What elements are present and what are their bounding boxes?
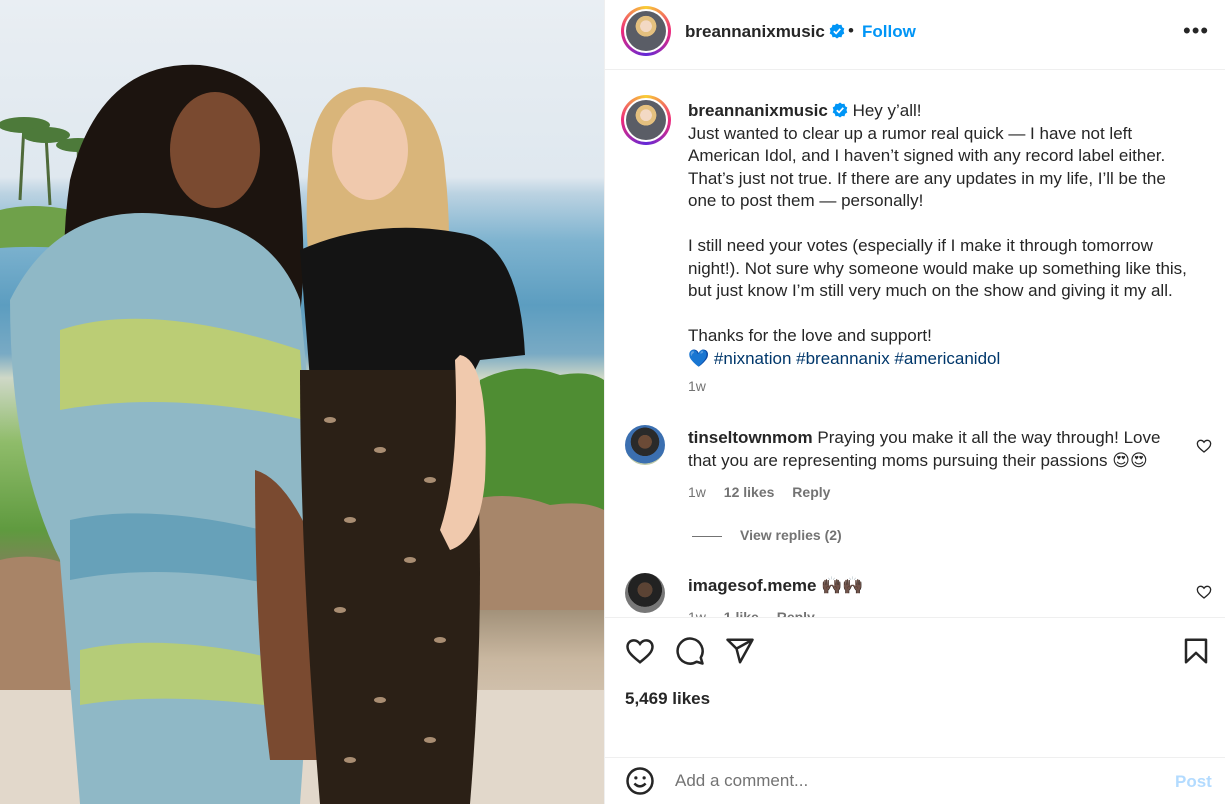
- follow-button[interactable]: Follow: [862, 22, 916, 42]
- emoji-icon[interactable]: [625, 766, 655, 796]
- verified-badge-icon: [832, 102, 848, 118]
- caption-line: but just know I’m still very much on the…: [688, 281, 1173, 300]
- more-options-icon[interactable]: •••: [1183, 18, 1209, 44]
- caption-line: Thanks for the love and support!: [688, 326, 932, 345]
- comment-meta: 1w 12 likes Reply: [688, 484, 844, 500]
- comment-heart-icon[interactable]: [1196, 438, 1212, 454]
- comment-meta: 1w 1 like Reply: [688, 609, 829, 617]
- post-details-panel: breannanixmusic • Follow ••• breannanixm…: [604, 0, 1225, 804]
- post-header: breannanixmusic • Follow •••: [605, 0, 1225, 70]
- heart-icon[interactable]: [625, 636, 655, 666]
- view-replies-label[interactable]: View replies (2): [740, 527, 842, 543]
- separator-dot: •: [848, 21, 854, 40]
- reply-button[interactable]: Reply: [777, 609, 815, 617]
- add-comment-bar: Post: [605, 757, 1225, 804]
- comment-text: that you are representing moms pursuing …: [688, 450, 1148, 470]
- commenter-avatar[interactable]: [625, 425, 665, 465]
- commenter-avatar[interactable]: [625, 573, 665, 613]
- caption-line: one to post them — personally!: [688, 191, 924, 210]
- comment-username[interactable]: imagesof.meme: [688, 576, 817, 595]
- comment-input[interactable]: [675, 766, 1155, 796]
- caption-hashtags[interactable]: #nixnation #breannanix #americanidol: [714, 349, 1000, 368]
- verified-badge-icon: [829, 23, 845, 39]
- post-actions: 5,469 likes: [605, 617, 1225, 777]
- post-caption: breannanixmusic Hey y’all! Just wanted t…: [688, 100, 1208, 370]
- caption-line: American Idol, and I haven’t signed with…: [688, 146, 1166, 165]
- comment-item: tinseltownmom Praying you make it all th…: [688, 427, 1178, 472]
- post-photo: [0, 0, 604, 804]
- comment-username[interactable]: tinseltownmom: [688, 428, 813, 447]
- comment-heart-icon[interactable]: [1196, 584, 1212, 600]
- caption-line: I still need your votes (especially if I…: [688, 236, 1153, 255]
- likes-count[interactable]: 5,469 likes: [625, 689, 710, 709]
- comment-likes[interactable]: 1 like: [724, 609, 759, 617]
- caption-line: night!). Not sure why someone would make…: [688, 258, 1187, 278]
- caption-line: Just wanted to clear up a rumor real qui…: [688, 123, 1133, 143]
- caption-author-avatar[interactable]: [621, 95, 671, 145]
- caption-username[interactable]: breannanixmusic: [688, 101, 828, 120]
- comment-time[interactable]: 1w: [688, 609, 706, 617]
- comment-text: Praying you make it all the way through!…: [817, 428, 1161, 447]
- caption-greeting: Hey y’all!: [852, 101, 922, 120]
- comments-section[interactable]: breannanixmusic Hey y’all! Just wanted t…: [605, 71, 1225, 617]
- caption-timestamp[interactable]: 1w: [688, 378, 706, 394]
- caption-line: That’s just not true. If there are any u…: [688, 168, 1166, 188]
- comment-item: imagesof.meme 🙌🏿🙌🏿: [688, 575, 1178, 598]
- author-avatar[interactable]: [621, 6, 671, 56]
- author-username[interactable]: breannanixmusic: [685, 22, 825, 41]
- replies-divider: [692, 535, 722, 537]
- author-username-link[interactable]: breannanixmusic: [685, 22, 845, 42]
- bookmark-icon[interactable]: [1181, 636, 1211, 666]
- share-icon[interactable]: [725, 636, 755, 666]
- comment-text: 🙌🏿🙌🏿: [821, 576, 864, 595]
- comment-icon[interactable]: [675, 636, 705, 666]
- post-comment-button[interactable]: Post: [1175, 772, 1212, 792]
- comment-likes[interactable]: 12 likes: [724, 484, 775, 500]
- reply-button[interactable]: Reply: [792, 484, 830, 500]
- blue-heart-emoji: 💙: [688, 348, 710, 368]
- comment-time[interactable]: 1w: [688, 484, 706, 500]
- view-replies-button[interactable]: View replies (2): [692, 527, 842, 543]
- photo-illustration: [0, 64, 604, 804]
